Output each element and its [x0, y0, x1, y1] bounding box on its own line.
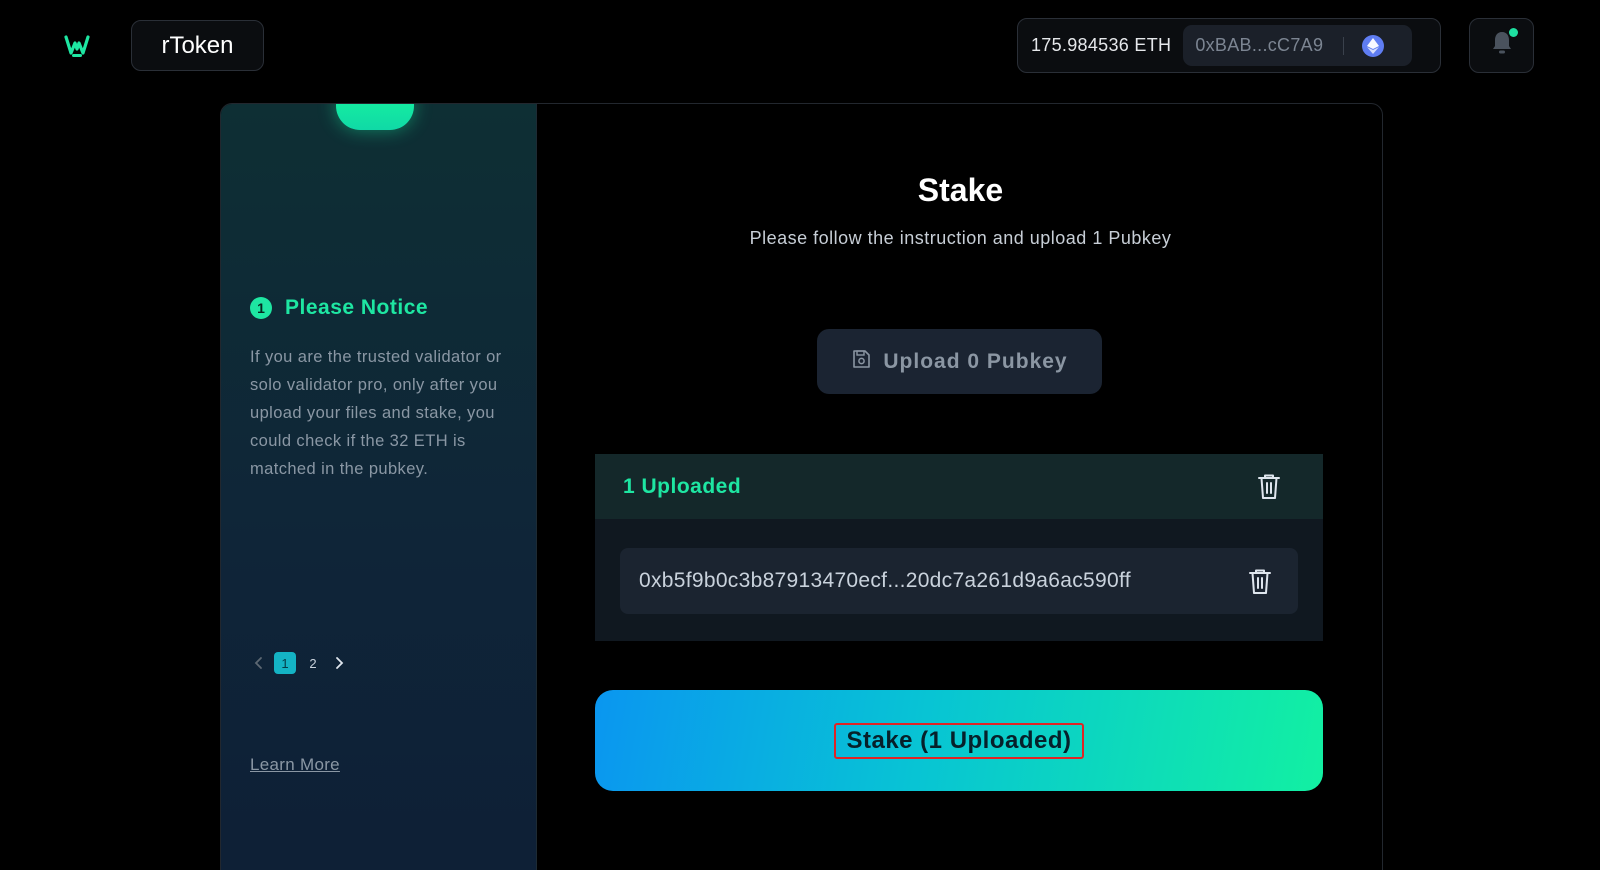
- notice-sidebar: 1 Please Notice If you are the trusted v…: [221, 104, 537, 870]
- upload-pubkey-button[interactable]: Upload 0 Pubkey: [817, 329, 1102, 394]
- trash-icon: [1249, 569, 1271, 594]
- ethereum-icon: [1362, 34, 1385, 57]
- learn-more-link[interactable]: Learn More: [250, 755, 340, 775]
- delete-all-button[interactable]: [1256, 472, 1282, 500]
- trash-icon: [1258, 474, 1280, 499]
- notice-number-badge: 1: [250, 297, 272, 319]
- uploaded-count-label: 1 Uploaded: [623, 474, 742, 498]
- stake-button-label: Stake (1 Uploaded): [834, 722, 1084, 759]
- app-logo-icon[interactable]: [64, 33, 90, 59]
- app-button-label: rToken: [161, 31, 234, 59]
- wallet-info: 175.984536 ETH 0xBAB...cC7A9: [1017, 18, 1441, 73]
- stake-button[interactable]: Stake (1 Uploaded): [595, 690, 1323, 791]
- chevron-left-icon: [254, 657, 262, 669]
- chevron-right-icon: [336, 657, 344, 669]
- pager-page-1[interactable]: 1: [274, 652, 296, 674]
- wallet-address-chip[interactable]: 0xBAB...cC7A9: [1183, 25, 1413, 66]
- sidebar-tab-indicator: [336, 104, 414, 130]
- pubkey-list-item: 0xb5f9b0c3b87913470ecf...20dc7a261d9a6ac…: [620, 548, 1298, 614]
- notice-text: If you are the trusted validator or solo…: [250, 348, 502, 478]
- uploaded-panel: 1 Uploaded 0xb5f9b0c3b87913470ecf...20dc…: [595, 454, 1323, 641]
- notice-pager: 1 2: [250, 652, 348, 674]
- uploaded-header: 1 Uploaded: [595, 454, 1323, 519]
- stake-card: 1 Please Notice If you are the trusted v…: [220, 103, 1383, 870]
- wallet-balance: 175.984536 ETH: [1031, 35, 1172, 55]
- file-upload-icon: [851, 349, 871, 374]
- divider: [1343, 36, 1345, 55]
- rtoken-app-button[interactable]: rToken: [131, 20, 264, 71]
- notice-header: 1 Please Notice: [250, 296, 428, 320]
- pager-page-2[interactable]: 2: [302, 652, 324, 674]
- pager-prev-button[interactable]: [250, 652, 268, 674]
- notification-dot: [1509, 28, 1518, 37]
- page-title: Stake: [917, 172, 1004, 208]
- delete-pubkey-button[interactable]: [1247, 567, 1273, 595]
- page-subtitle: Please follow the instruction and upload…: [749, 228, 1172, 248]
- upload-button-label: Upload 0 Pubkey: [883, 349, 1068, 373]
- wallet-address: 0xBAB...cC7A9: [1195, 35, 1324, 55]
- pager-next-button[interactable]: [330, 652, 348, 674]
- pubkey-value: 0xb5f9b0c3b87913470ecf...20dc7a261d9a6ac…: [639, 569, 1131, 592]
- notice-title: Please Notice: [285, 296, 429, 319]
- notifications-button[interactable]: [1469, 18, 1534, 73]
